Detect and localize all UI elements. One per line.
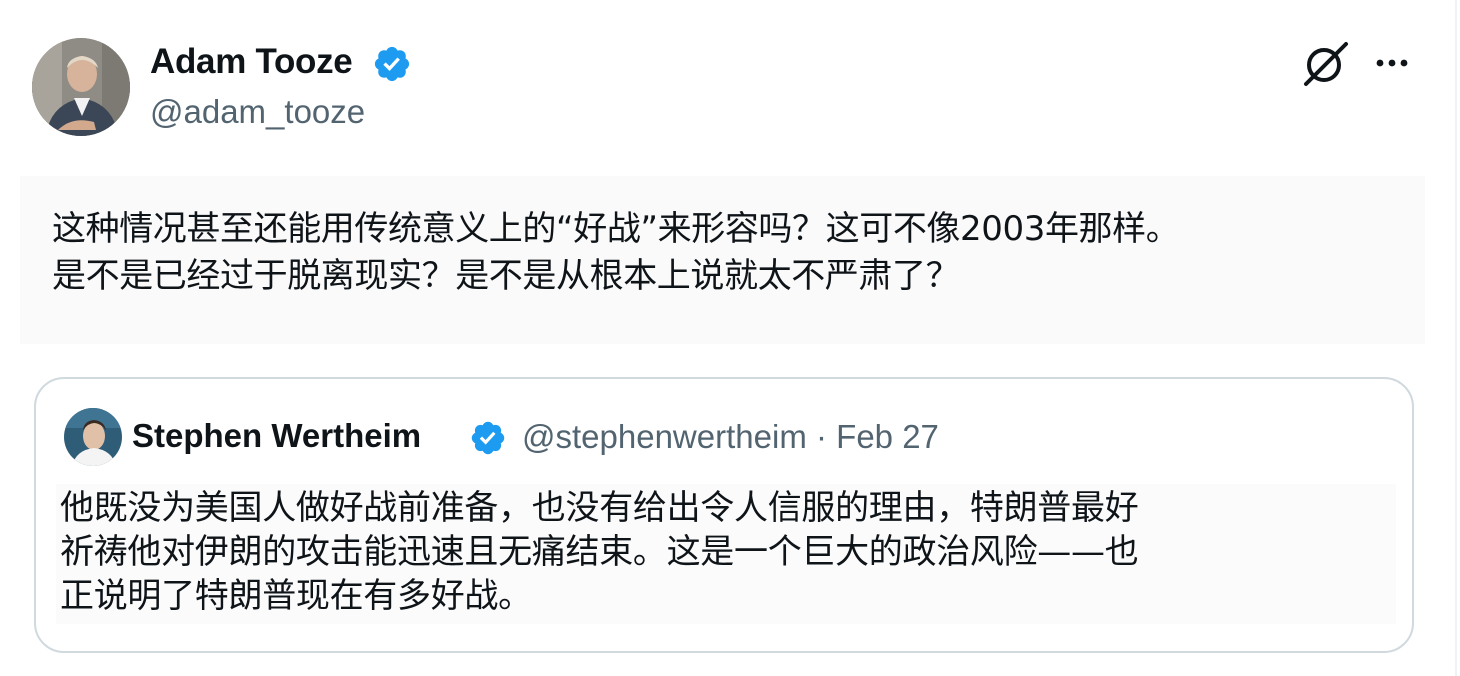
author-avatar[interactable]: [32, 38, 130, 136]
verified-badge-icon: [374, 46, 410, 82]
tweet-text-line: 这种情况甚至还能用传统意义上的“好战”来形容吗？这可不像2003年那样。: [52, 209, 1180, 249]
tweet-page: Adam Tooze @adam_tooze 这种情况甚至还能用传统意义上的“好…: [0, 0, 1460, 676]
grok-icon[interactable]: [1300, 40, 1350, 88]
quoted-author-avatar[interactable]: [64, 408, 122, 466]
right-divider: [1455, 0, 1457, 676]
author-name[interactable]: Adam Tooze: [150, 42, 353, 82]
quoted-author-handle[interactable]: @stephenwertheim: [522, 418, 807, 455]
quoted-verified-badge-icon: [471, 421, 505, 455]
quoted-tweet-date[interactable]: Feb 27: [836, 418, 939, 455]
quoted-author-avatar-image: [64, 408, 122, 466]
quoted-tweet-text: 他既没为美国人做好战前准备，也没有给出令人信服的理由，特朗普最好 祈祷他对伊朗的…: [60, 486, 1380, 618]
quoted-text-line: 祈祷他对伊朗的攻击能迅速且无痛结束。这是一个巨大的政治风险——也: [60, 532, 1139, 572]
more-options-icon[interactable]: [1372, 48, 1412, 78]
quoted-author-name[interactable]: Stephen Wertheim: [132, 417, 421, 455]
author-avatar-image: [32, 38, 130, 136]
quoted-tweet-meta: @stephenwertheim · Feb 27: [522, 418, 939, 456]
quoted-text-line: 他既没为美国人做好战前准备，也没有给出令人信服的理由，特朗普最好: [60, 488, 1139, 528]
tweet-text: 这种情况甚至还能用传统意义上的“好战”来形容吗？这可不像2003年那样。 是不是…: [52, 206, 1432, 300]
author-handle[interactable]: @adam_tooze: [150, 93, 365, 131]
tweet-text-line: 是不是已经过于脱离现实？是不是从根本上说就太不严肃了？: [52, 256, 960, 296]
quoted-text-line: 正说明了特朗普现在有多好战。: [60, 576, 532, 616]
meta-separator: ·: [815, 418, 827, 455]
